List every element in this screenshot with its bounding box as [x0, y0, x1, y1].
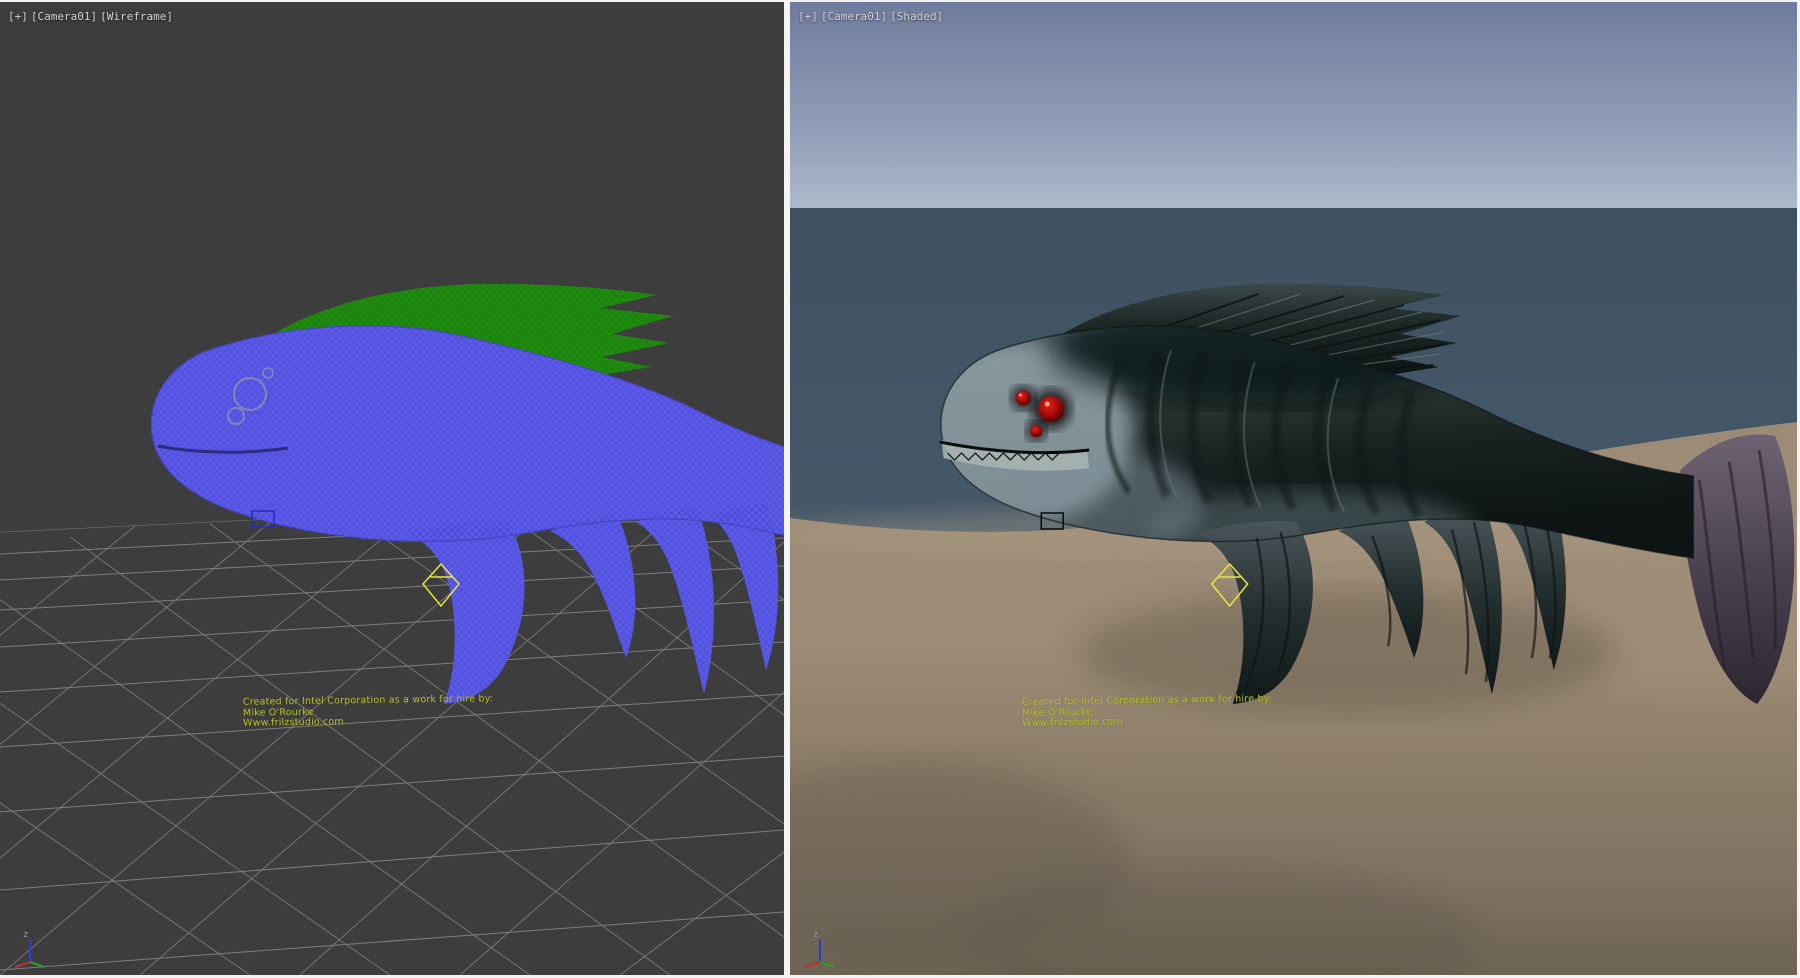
ground-grid: [0, 492, 784, 975]
viewport-label-right: [+] [Camera01] [Shaded]: [798, 10, 943, 23]
y-axis: [30, 962, 44, 967]
viewport-menu-pov[interactable]: [Camera01]: [821, 10, 887, 23]
viewport-splitter[interactable]: [784, 0, 790, 978]
window-border: [0, 0, 1800, 2]
watermark-text: Created for Intel Corporation as a work …: [1022, 694, 1273, 729]
viewport-stage: [+] [Camera01] [Wireframe] Created for I…: [0, 0, 1800, 978]
sky: [790, 2, 1797, 208]
scene-canvas-shaded[interactable]: [790, 2, 1797, 975]
z-axis-label: z: [23, 930, 28, 940]
viewport-shaded[interactable]: [+] [Camera01] [Shaded] Created for Inte…: [790, 2, 1797, 975]
viewport-menu-general[interactable]: [+]: [8, 10, 28, 23]
viewport-wireframe[interactable]: [+] [Camera01] [Wireframe] Created for I…: [0, 2, 784, 975]
viewport-menu-shading[interactable]: [Shaded]: [890, 10, 943, 23]
fish-wireframe[interactable]: [151, 284, 784, 704]
viewport-label-left: [+] [Camera01] [Wireframe]: [8, 10, 173, 23]
watermark-text: Created for Intel Corporation as a work …: [243, 694, 494, 729]
y-axis: [820, 962, 834, 967]
z-axis-label: z: [813, 930, 818, 940]
viewport-menu-general[interactable]: [+]: [798, 10, 818, 23]
world-axis-gizmo: z: [800, 927, 844, 969]
scene-canvas-wireframe[interactable]: [0, 2, 784, 975]
world-axis-gizmo: z: [10, 927, 54, 969]
x-axis: [805, 962, 820, 967]
x-axis: [15, 962, 30, 967]
viewport-menu-pov[interactable]: [Camera01]: [31, 10, 97, 23]
viewport-menu-shading[interactable]: [Wireframe]: [100, 10, 173, 23]
